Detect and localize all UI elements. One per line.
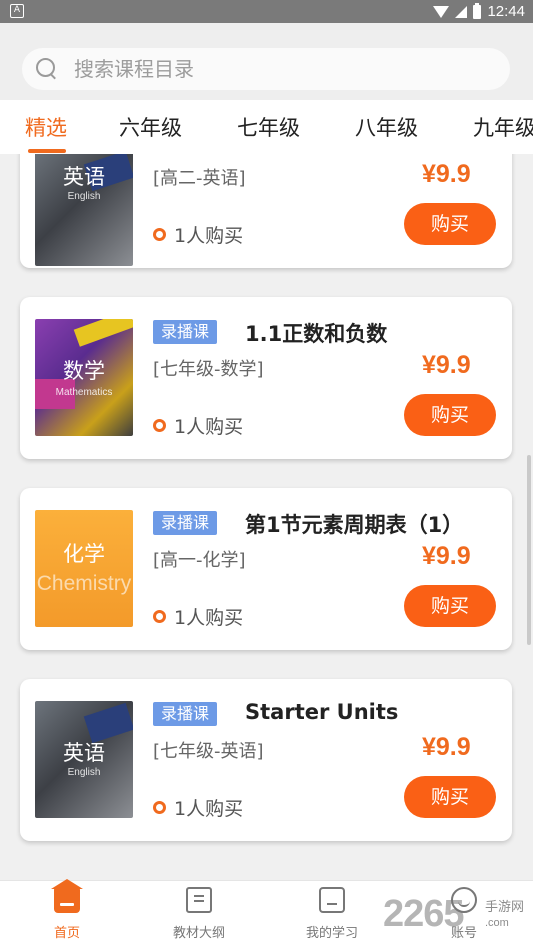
thumbnail-subtitle: English	[67, 767, 101, 778]
nav-home-label: 首页	[53, 926, 80, 941]
scrollbar[interactable]	[527, 455, 531, 645]
course-buyers: 1人购买	[153, 794, 243, 821]
grade-tabs: 精选 六年级 七年级 八年级 九年级	[0, 100, 533, 154]
buyers-count: 1人购买	[174, 416, 244, 438]
buyers-dot-icon	[153, 610, 166, 623]
course-title: 第1节元素周期表（1）	[245, 513, 464, 537]
course-thumbnail: 化学 Chemistry	[35, 510, 133, 627]
thumbnail-subtitle: English	[67, 191, 101, 202]
tab-grade-7[interactable]: 七年级	[237, 112, 300, 142]
tab-featured[interactable]: 精选	[25, 112, 67, 142]
course-category: [高二-英语]	[153, 168, 246, 189]
search-icon	[36, 58, 58, 80]
course-card[interactable]: 英语 English 录播课 Starter Units [七年级-英语] ¥9…	[20, 679, 512, 841]
status-time: 12:44	[487, 3, 525, 20]
course-card[interactable]: 英语 English [高二-英语] ¥9.9 1人购买 购买	[20, 154, 512, 268]
course-thumbnail: 英语 English	[35, 154, 133, 266]
home-icon	[51, 879, 83, 913]
app-notification-icon: A	[10, 4, 24, 18]
buyers-dot-icon	[153, 228, 166, 241]
course-buyers: 1人购买	[153, 412, 243, 439]
tab-indicator	[28, 149, 66, 153]
course-price: ¥9.9	[422, 542, 471, 570]
search-bar[interactable]	[22, 48, 510, 90]
watermark-logo: 2265 手游网 .com	[383, 893, 533, 943]
buy-button[interactable]: 购买	[404, 585, 496, 627]
buy-button[interactable]: 购买	[404, 776, 496, 818]
nav-textbook-outline[interactable]: 教材大纲	[139, 881, 259, 947]
watermark-url: .com	[485, 917, 509, 929]
status-bar: A 12:44	[0, 0, 533, 23]
thumbnail-title: 数学	[63, 359, 105, 383]
buyers-dot-icon	[153, 801, 166, 814]
thumbnail-title: 英语	[63, 165, 105, 189]
thumbnail-title: 化学	[63, 542, 105, 566]
course-list[interactable]: 英语 English [高二-英语] ¥9.9 1人购买 购买 数学 Mathe…	[0, 154, 533, 880]
status-bar-right: 12:44	[433, 2, 525, 21]
battery-icon	[473, 2, 482, 19]
course-buyers: 1人购买	[153, 603, 243, 630]
buyers-count: 1人购买	[174, 798, 244, 820]
nav-my-learning-label: 我的学习	[305, 926, 358, 941]
course-buyers: 1人购买	[153, 221, 243, 248]
course-price: ¥9.9	[422, 733, 471, 761]
search-input[interactable]	[74, 57, 454, 81]
course-category: [七年级-英语]	[153, 741, 264, 762]
tab-grade-6[interactable]: 六年级	[119, 112, 182, 142]
buy-button[interactable]: 购买	[404, 203, 496, 245]
book-decoration	[73, 319, 133, 347]
nav-textbook-label: 教材大纲	[172, 926, 225, 941]
thumbnail-subtitle: Chemistry	[36, 572, 132, 595]
screen-icon	[319, 887, 345, 913]
tab-grade-8[interactable]: 八年级	[355, 112, 418, 142]
course-price: ¥9.9	[422, 351, 471, 379]
buyers-dot-icon	[153, 419, 166, 432]
buyers-count: 1人购买	[174, 607, 244, 629]
watermark-number: 2265	[383, 893, 465, 935]
wifi-icon	[433, 5, 450, 18]
watermark-name: 手游网	[485, 900, 525, 915]
course-card[interactable]: 数学 Mathematics 录播课 1.1正数和负数 [七年级-数学] ¥9.…	[20, 297, 512, 459]
course-category: [七年级-数学]	[153, 359, 264, 380]
nav-home[interactable]: 首页	[7, 879, 127, 947]
course-card[interactable]: 化学 Chemistry 录播课 第1节元素周期表（1） [高一-化学] ¥9.…	[20, 488, 512, 650]
course-type-badge: 录播课	[153, 320, 218, 344]
course-thumbnail: 数学 Mathematics	[35, 319, 133, 436]
thumbnail-subtitle: Mathematics	[55, 387, 113, 398]
nav-my-learning[interactable]: 我的学习	[272, 881, 392, 947]
thumbnail-title: 英语	[63, 741, 105, 765]
course-title: Starter Units	[245, 700, 399, 724]
course-category: [高一-化学]	[153, 550, 246, 571]
course-thumbnail: 英语 English	[35, 701, 133, 818]
book-icon	[186, 887, 212, 913]
buy-button[interactable]: 购买	[404, 394, 496, 436]
header	[0, 23, 533, 100]
buyers-count: 1人购买	[174, 225, 244, 247]
signal-icon	[455, 5, 468, 18]
course-type-badge: 录播课	[153, 511, 218, 535]
course-title: 1.1正数和负数	[245, 322, 388, 346]
course-type-badge: 录播课	[153, 702, 218, 726]
course-price: ¥9.9	[422, 160, 471, 188]
tab-grade-9[interactable]: 九年级	[473, 112, 533, 142]
